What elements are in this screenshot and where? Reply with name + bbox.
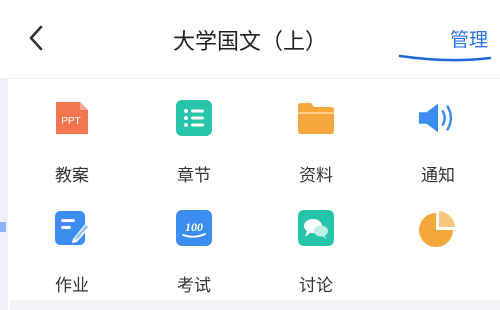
- tile-materials[interactable]: 资料: [256, 92, 376, 190]
- exam-100-icon: 100: [173, 207, 215, 249]
- tile-label: 通知: [421, 166, 455, 186]
- tile-label: 章节: [177, 166, 211, 186]
- tile-label: 讨论: [299, 276, 333, 296]
- speaker-icon: [417, 97, 459, 139]
- header-divider: [10, 78, 500, 79]
- tile-label: 教案: [55, 166, 89, 186]
- tile-label: 资料: [299, 166, 333, 186]
- feature-grid: PPT 教案 章节 资料 通知 作业 100 考试 讨论: [0, 92, 500, 302]
- top-bar: 大学国文（上） 管理: [0, 0, 500, 78]
- pie-chart-icon: [417, 207, 459, 249]
- ppt-icon: PPT: [51, 97, 93, 139]
- svg-text:100: 100: [185, 220, 203, 234]
- folder-icon: [295, 97, 337, 139]
- chat-icon: [295, 207, 337, 249]
- tile-discussion[interactable]: 讨论: [256, 202, 376, 300]
- pencil-icon: [51, 207, 93, 249]
- tile-lesson-plan[interactable]: PPT 教案: [12, 92, 132, 190]
- tile-label: 考试: [177, 276, 211, 296]
- tile-homework[interactable]: 作业: [12, 202, 132, 300]
- bottom-divider: [10, 300, 500, 310]
- hand-drawn-underline: [398, 54, 492, 62]
- tile-statistics[interactable]: [378, 202, 498, 300]
- svg-text:PPT: PPT: [61, 116, 80, 127]
- tile-notifications[interactable]: 通知: [378, 92, 498, 190]
- list-icon: [173, 97, 215, 139]
- tile-exam[interactable]: 100 考试: [134, 202, 254, 300]
- tile-chapters[interactable]: 章节: [134, 92, 254, 190]
- tile-label: 作业: [55, 276, 89, 296]
